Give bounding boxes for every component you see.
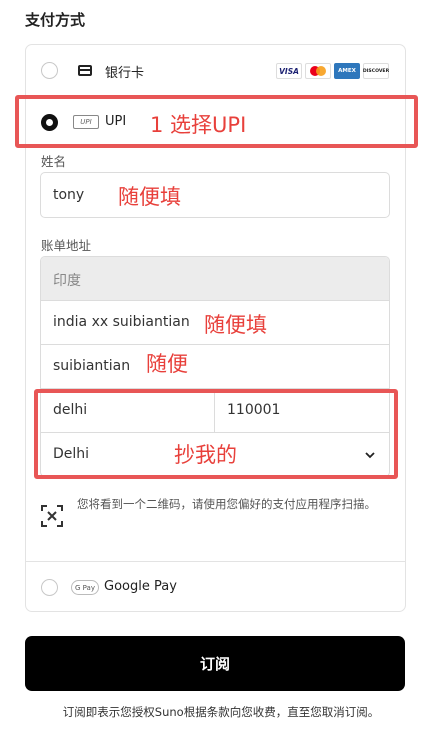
annotation-select-upi: 1 选择UPI — [150, 113, 247, 137]
discover-logo: DISCOVER — [363, 63, 389, 79]
country-field[interactable]: 印度 — [41, 257, 389, 301]
visa-logo: VISA — [276, 63, 302, 79]
annotation-fill-address: 随便填 — [204, 313, 267, 337]
name-label: 姓名 — [41, 154, 67, 169]
google-pay-radio[interactable] — [41, 579, 58, 596]
name-value: tony — [53, 187, 85, 203]
amex-logo: AMEX — [334, 63, 360, 79]
bank-card-radio[interactable] — [41, 62, 58, 79]
billing-address-label: 账单地址 — [41, 238, 92, 253]
country-value: 印度 — [53, 273, 81, 289]
annotation-copy-mine: 抄我的 — [174, 443, 237, 467]
google-pay-logo: G Pay — [71, 580, 99, 595]
subscribe-button[interactable]: 订阅 — [25, 636, 405, 691]
credit-card-icon — [78, 65, 92, 76]
bank-card-label: 银行卡 — [105, 66, 145, 81]
footer-terms: 订阅即表示您授权Suno根据条款向您收费，直至您取消订阅。 — [62, 705, 380, 719]
qr-scan-icon — [41, 505, 63, 527]
name-input[interactable]: tony — [40, 172, 390, 218]
annotation-fill-address2: 随便 — [146, 352, 188, 376]
google-pay-label: Google Pay — [104, 579, 177, 594]
mastercard-logo — [305, 63, 331, 79]
bank-card-option[interactable]: 银行卡 VISA AMEX DISCOVER — [26, 45, 405, 97]
annotation-fill-name: 随便填 — [118, 185, 181, 209]
google-pay-option[interactable]: G Pay Google Pay — [26, 562, 405, 611]
address-line1-value: india xx suibiantian — [53, 314, 190, 330]
address-line2-field[interactable]: suibiantian — [41, 345, 389, 389]
address-line2-value: suibiantian — [53, 358, 131, 374]
qr-notice: 您将看到一个二维码，请使用您偏好的支付应用程序扫描。 — [77, 497, 376, 511]
section-title: 支付方式 — [25, 11, 86, 29]
